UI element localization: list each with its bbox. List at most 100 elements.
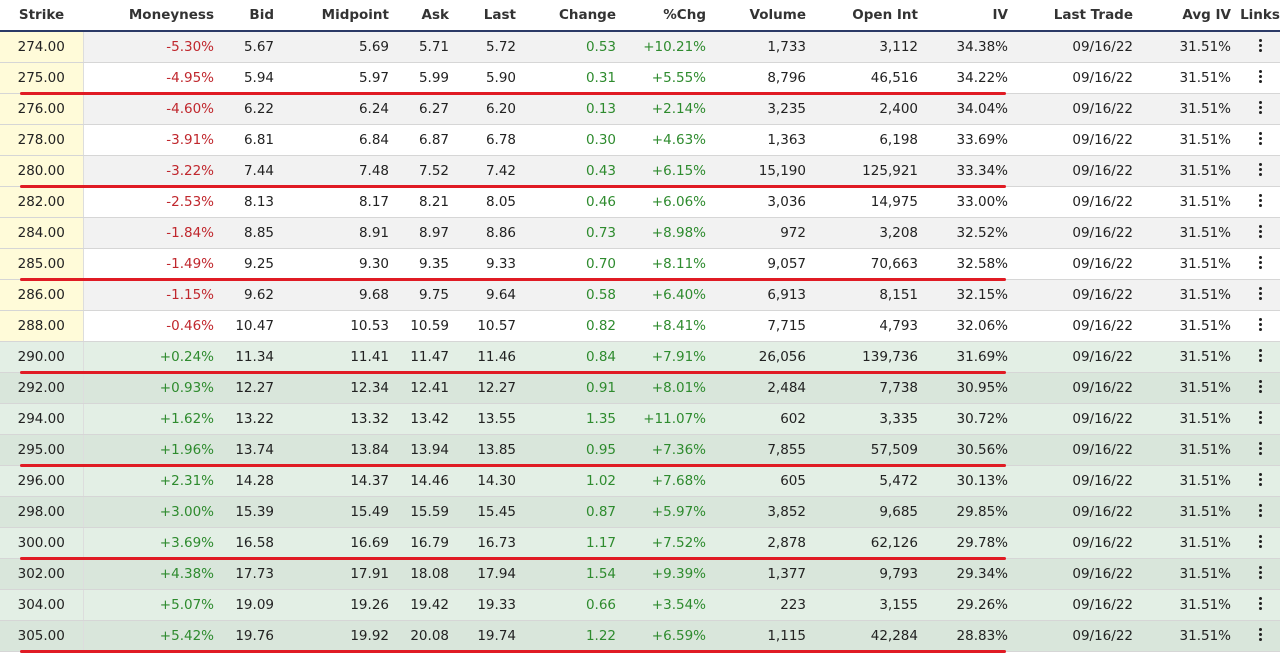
row-actions-menu[interactable]	[1240, 93, 1280, 125]
header-strike[interactable]: Strike	[0, 0, 83, 32]
row-actions-menu[interactable]	[1240, 310, 1280, 342]
table-row[interactable]: 274.00 -5.30% 5.67 5.69 5.71 5.72 0.53 +10.21% 1…	[0, 31, 1280, 63]
header-ask[interactable]: Ask	[398, 0, 458, 32]
kebab-menu-icon[interactable]	[1258, 223, 1262, 240]
row-actions-menu[interactable]	[1240, 372, 1280, 404]
row-actions-menu[interactable]	[1240, 527, 1280, 559]
cell-iv: 28.83%	[927, 620, 1017, 652]
header-bid[interactable]: Bid	[223, 0, 283, 32]
kebab-menu-icon[interactable]	[1258, 440, 1262, 457]
table-row[interactable]: 276.00 -4.60% 6.22 6.24 6.27 6.20 0.13 +2.14% 3,…	[0, 93, 1280, 125]
table-row[interactable]: 284.00 -1.84% 8.85 8.91 8.97 8.86 0.73 +8.98% 97…	[0, 217, 1280, 249]
cell-avg-iv: 31.51%	[1142, 465, 1240, 497]
table-row[interactable]: 296.00 +2.31% 14.28 14.37 14.46 14.30 1.02 +7.6…	[0, 465, 1280, 497]
header-change[interactable]: Change	[525, 0, 625, 32]
kebab-menu-icon[interactable]	[1258, 161, 1262, 178]
header-moneyness[interactable]: Moneyness	[83, 0, 223, 32]
row-actions-menu[interactable]	[1240, 496, 1280, 528]
table-row[interactable]: 290.00 +0.24% 11.34 11.41 11.47 11.46 0.84 +7.9…	[0, 341, 1280, 373]
cell-midpoint: 11.41	[283, 341, 398, 373]
header-last-trade[interactable]: Last Trade	[1017, 0, 1142, 32]
header-pctchg[interactable]: %Chg	[625, 0, 715, 32]
cell-change: 0.53	[525, 31, 625, 63]
row-actions-menu[interactable]	[1240, 465, 1280, 497]
table-row[interactable]: 304.00 +5.07% 19.09 19.26 19.42 19.33 0.66 +3.5…	[0, 589, 1280, 621]
table-row[interactable]: 278.00 -3.91% 6.81 6.84 6.87 6.78 0.30 +4.63% 1,…	[0, 124, 1280, 156]
header-avg-iv[interactable]: Avg IV	[1142, 0, 1240, 32]
table-row[interactable]: 275.00 -4.95% 5.94 5.97 5.99 5.90 0.31 +5.55% 8,…	[0, 62, 1280, 94]
kebab-menu-icon[interactable]	[1258, 316, 1262, 333]
cell-change: 0.87	[525, 496, 625, 528]
row-actions-menu[interactable]	[1240, 31, 1280, 63]
row-actions-menu[interactable]	[1240, 403, 1280, 435]
row-actions-menu[interactable]	[1240, 217, 1280, 249]
row-actions-menu[interactable]	[1240, 124, 1280, 156]
cell-open-int: 3,208	[815, 217, 927, 249]
cell-open-int: 14,975	[815, 186, 927, 218]
table-row[interactable]: 288.00 -0.46% 10.47 10.53 10.59 10.57 0.82 +8.4…	[0, 310, 1280, 342]
header-volume[interactable]: Volume	[715, 0, 815, 32]
table-row[interactable]: 280.00 -3.22% 7.44 7.48 7.52 7.42 0.43 +6.15% 15…	[0, 155, 1280, 187]
cell-iv: 31.69%	[927, 341, 1017, 373]
kebab-menu-icon[interactable]	[1258, 347, 1262, 364]
cell-pctchg: +11.07%	[625, 403, 715, 435]
kebab-menu-icon[interactable]	[1258, 68, 1262, 85]
kebab-menu-icon[interactable]	[1258, 626, 1262, 643]
table-row[interactable]: 302.00 +4.38% 17.73 17.91 18.08 17.94 1.54 +9.3…	[0, 558, 1280, 590]
row-actions-menu[interactable]	[1240, 589, 1280, 621]
table-row[interactable]: 282.00 -2.53% 8.13 8.17 8.21 8.05 0.46 +6.06% 3,…	[0, 186, 1280, 218]
cell-bid: 16.58	[223, 527, 283, 559]
cell-bid: 9.62	[223, 279, 283, 311]
cell-iv: 33.00%	[927, 186, 1017, 218]
cell-volume: 602	[715, 403, 815, 435]
table-row[interactable]: 286.00 -1.15% 9.62 9.68 9.75 9.64 0.58 +6.40% 6,…	[0, 279, 1280, 311]
row-actions-menu[interactable]	[1240, 620, 1280, 652]
table-row[interactable]: 292.00 +0.93% 12.27 12.34 12.41 12.27 0.91 +8.0…	[0, 372, 1280, 404]
kebab-menu-icon[interactable]	[1258, 378, 1262, 395]
cell-pctchg: +8.11%	[625, 248, 715, 280]
header-iv[interactable]: IV	[927, 0, 1017, 32]
cell-iv: 29.85%	[927, 496, 1017, 528]
kebab-menu-icon[interactable]	[1258, 533, 1262, 550]
row-actions-menu[interactable]	[1240, 62, 1280, 94]
header-last[interactable]: Last	[458, 0, 525, 32]
kebab-menu-icon[interactable]	[1258, 285, 1262, 302]
kebab-menu-icon[interactable]	[1258, 471, 1262, 488]
kebab-menu-icon[interactable]	[1258, 130, 1262, 147]
row-actions-menu[interactable]	[1240, 155, 1280, 187]
cell-open-int: 6,198	[815, 124, 927, 156]
row-actions-menu[interactable]	[1240, 341, 1280, 373]
row-actions-menu[interactable]	[1240, 248, 1280, 280]
cell-midpoint: 19.26	[283, 589, 398, 621]
kebab-menu-icon[interactable]	[1258, 192, 1262, 209]
kebab-menu-icon[interactable]	[1258, 564, 1262, 581]
cell-bid: 11.34	[223, 341, 283, 373]
table-row[interactable]: 305.00 +5.42% 19.76 19.92 20.08 19.74 1.22 +6.5…	[0, 620, 1280, 652]
kebab-menu-icon[interactable]	[1258, 595, 1262, 612]
cell-moneyness: -4.60%	[83, 93, 223, 125]
header-open-int[interactable]: Open Int	[815, 0, 927, 32]
table-row[interactable]: 285.00 -1.49% 9.25 9.30 9.35 9.33 0.70 +8.11% 9,…	[0, 248, 1280, 280]
header-links: Links	[1240, 0, 1280, 32]
table-header-row: Strike Moneyness Bid Midpoint Ask Last C…	[0, 0, 1280, 32]
kebab-menu-icon[interactable]	[1258, 502, 1262, 519]
cell-change: 0.13	[525, 93, 625, 125]
kebab-menu-icon[interactable]	[1258, 254, 1262, 271]
cell-last: 15.45	[458, 496, 525, 528]
cell-iv: 32.06%	[927, 310, 1017, 342]
row-actions-menu[interactable]	[1240, 434, 1280, 466]
kebab-menu-icon[interactable]	[1258, 37, 1262, 54]
kebab-menu-icon[interactable]	[1258, 409, 1262, 426]
header-midpoint[interactable]: Midpoint	[283, 0, 398, 32]
kebab-menu-icon[interactable]	[1258, 99, 1262, 116]
cell-midpoint: 12.34	[283, 372, 398, 404]
table-row[interactable]: 300.00 +3.69% 16.58 16.69 16.79 16.73 1.17 +7.5…	[0, 527, 1280, 559]
cell-moneyness: +1.62%	[83, 403, 223, 435]
table-row[interactable]: 294.00 +1.62% 13.22 13.32 13.42 13.55 1.35 +11.…	[0, 403, 1280, 435]
table-row[interactable]: 298.00 +3.00% 15.39 15.49 15.59 15.45 0.87 +5.9…	[0, 496, 1280, 528]
row-actions-menu[interactable]	[1240, 558, 1280, 590]
cell-moneyness: -1.15%	[83, 279, 223, 311]
table-row[interactable]: 295.00 +1.96% 13.74 13.84 13.94 13.85 0.95 +7.3…	[0, 434, 1280, 466]
row-actions-menu[interactable]	[1240, 279, 1280, 311]
row-actions-menu[interactable]	[1240, 186, 1280, 218]
